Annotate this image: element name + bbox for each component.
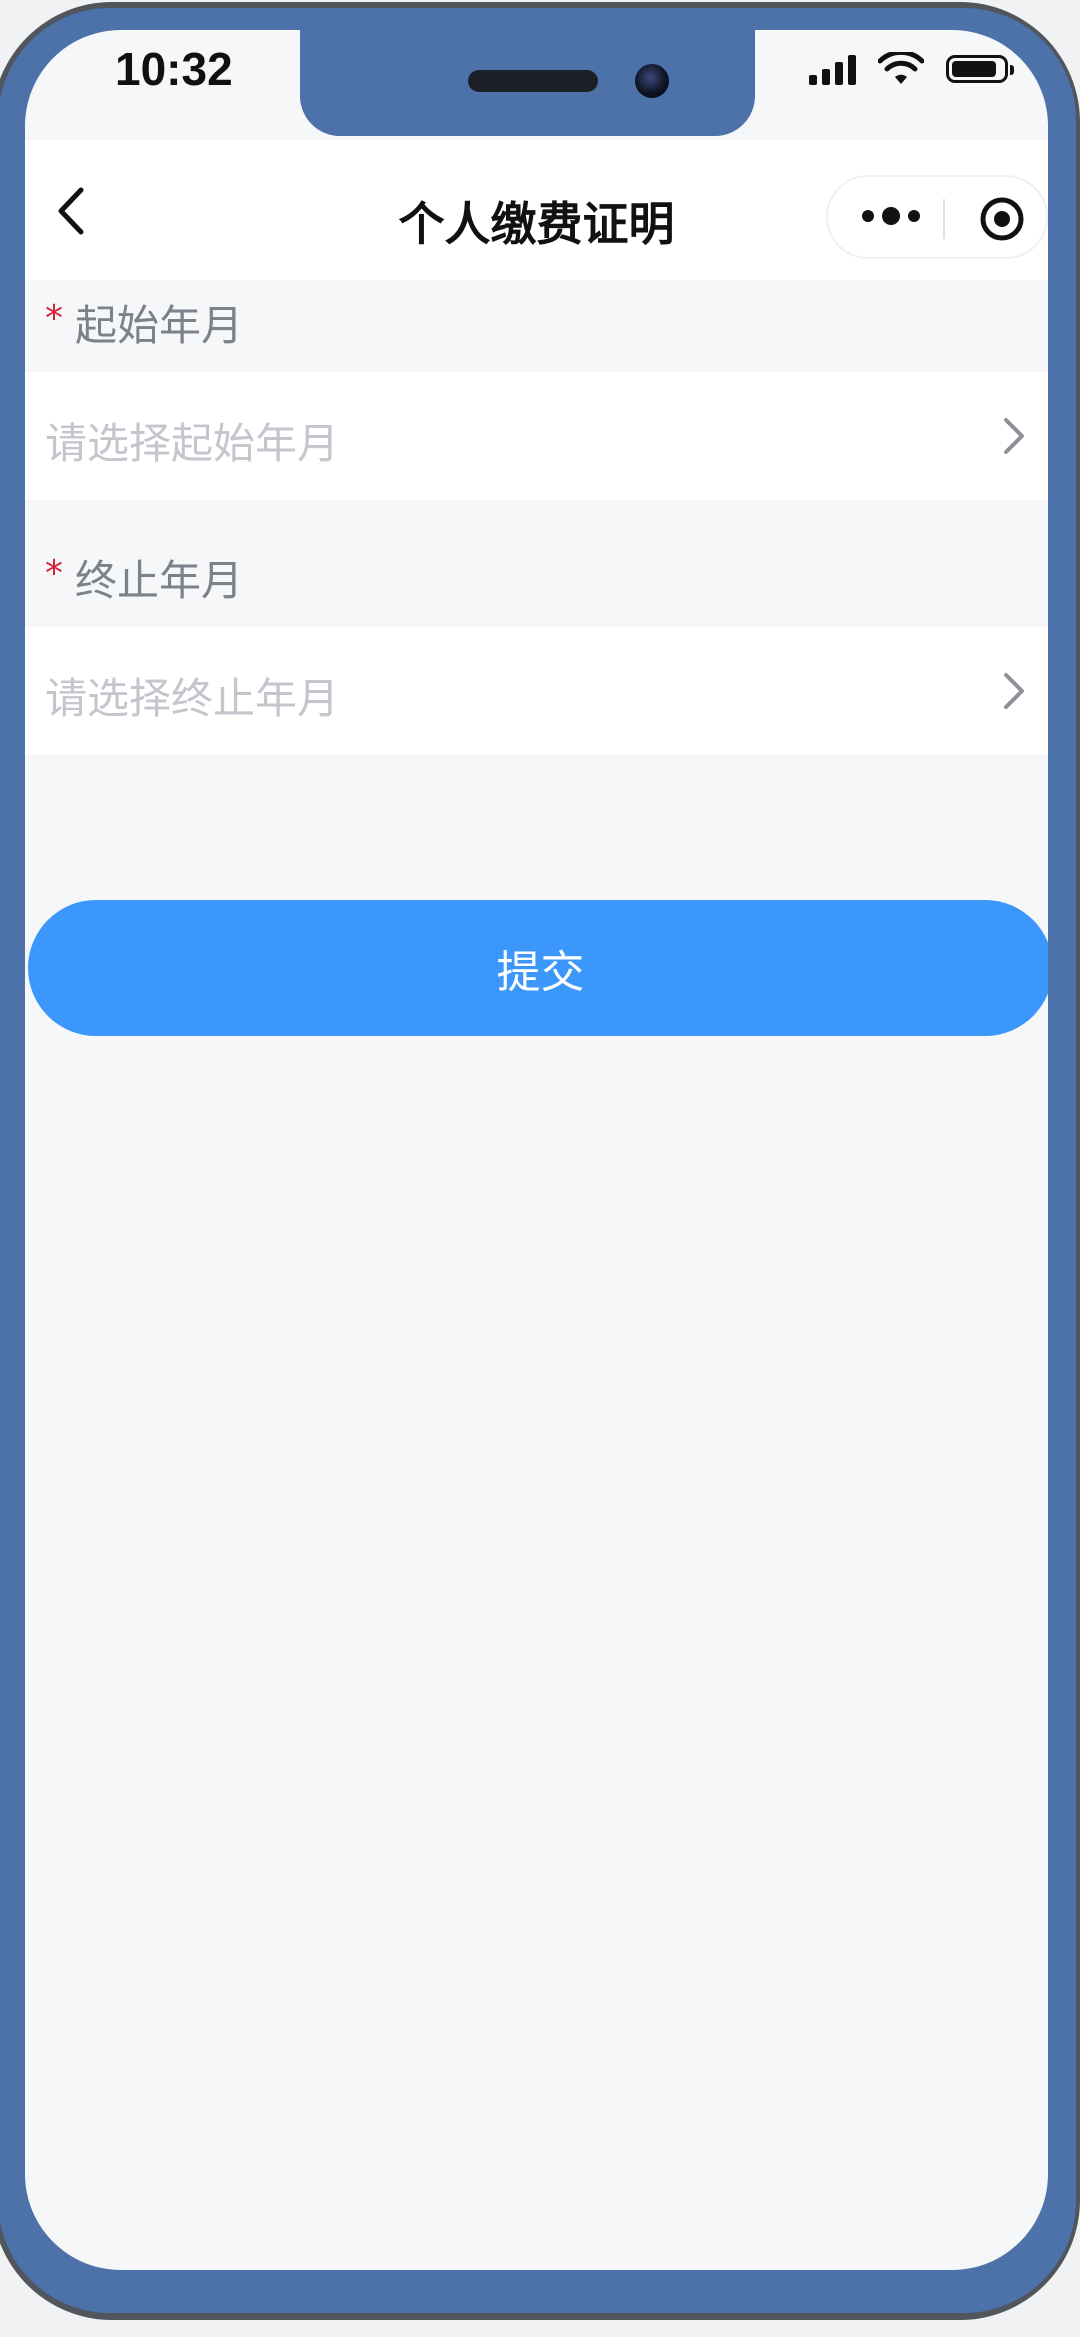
navigation-bar: 个人缴费证明	[25, 140, 1048, 280]
start-month-picker[interactable]: 请选择起始年月	[25, 372, 1048, 500]
end-month-picker[interactable]: 请选择终止年月	[25, 627, 1048, 755]
end-month-label: * 终止年月	[45, 547, 243, 608]
miniprogram-capsule	[826, 175, 1048, 259]
end-month-label-text: 终止年月	[75, 556, 244, 605]
start-month-label-text: 起始年月	[75, 301, 244, 350]
required-mark: *	[45, 298, 63, 339]
battery-icon	[946, 55, 1014, 83]
start-month-label: * 起始年月	[45, 292, 243, 353]
target-circle-icon[interactable]	[978, 195, 1026, 243]
phone-frame: 10:32 个人缴费证明 * 起始年月 请选择起始年月 * 终止年月 请选择终止…	[0, 0, 1080, 2337]
required-mark: *	[45, 553, 63, 594]
end-month-placeholder: 请选择终止年月	[45, 674, 340, 723]
signal-icon	[809, 53, 856, 85]
start-month-placeholder: 请选择起始年月	[45, 419, 340, 468]
capsule-divider	[943, 199, 945, 239]
screen: 10:32 个人缴费证明 * 起始年月 请选择起始年月 * 终止年月 请选择终止…	[25, 30, 1048, 2270]
status-icons	[809, 52, 1014, 86]
status-time: 10:32	[115, 43, 233, 95]
speaker-grille	[468, 70, 598, 92]
front-camera	[635, 64, 669, 98]
more-dots-icon[interactable]	[862, 207, 920, 225]
submit-button[interactable]: 提交	[28, 900, 1048, 1036]
wifi-icon	[878, 52, 924, 84]
chevron-right-icon	[1004, 418, 1024, 454]
chevron-right-icon	[1004, 673, 1024, 709]
